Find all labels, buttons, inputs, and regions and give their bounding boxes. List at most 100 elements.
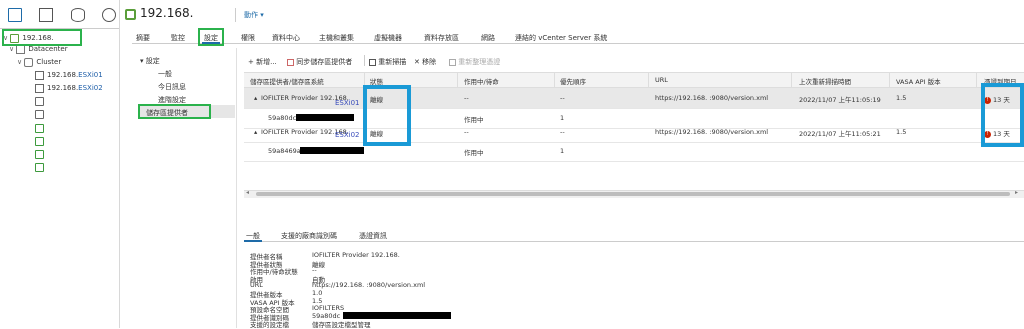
tab-networks[interactable]: 網路 [481, 33, 495, 43]
annotation-esxi02: ESXi02 [335, 131, 360, 139]
annotation-esxi01: ESXi01 [335, 99, 360, 107]
vm-powered-on-icon [35, 149, 44, 159]
vm-icon [35, 96, 44, 106]
highlight-cert-expiry-column [981, 83, 1024, 147]
highlight-vcenter [2, 29, 82, 46]
highlight-storage-providers [138, 104, 211, 119]
expand-icon[interactable]: ▴ [254, 94, 257, 102]
active-value: -- [464, 128, 469, 136]
table-header: 儲存區提供者/儲存區系統 狀態 作用中/待命 優先順序 URL 上次重新掃描時間… [244, 72, 1024, 88]
tab-datastores[interactable]: 資料存放區 [424, 33, 459, 43]
field-value: https://192.168. :9080/version.xml [312, 281, 426, 290]
tab-summary[interactable]: 摘要 [136, 33, 150, 43]
rescan-icon [369, 58, 376, 66]
header-divider [235, 8, 236, 22]
url-value: https://192.168. :9080/version.xml [655, 94, 769, 102]
tab-datacenters[interactable]: 資料中心 [272, 33, 300, 43]
col-sep[interactable] [554, 73, 555, 87]
col-sep[interactable] [457, 73, 458, 87]
tab-divider [132, 43, 1024, 44]
table-row[interactable]: ▴ IOFILTER Provider 192.168. 離線 -- -- ht… [244, 122, 1024, 143]
toolbar-divider [364, 55, 365, 66]
col-sep[interactable] [791, 73, 792, 87]
vms-templates-icon[interactable] [39, 8, 53, 22]
hosts-clusters-icon[interactable] [8, 8, 22, 22]
col-sep[interactable] [889, 73, 890, 87]
vasa-value: 1.5 [896, 128, 907, 136]
storage-icon[interactable] [71, 8, 85, 22]
remove-button[interactable]: ✕ 移除 [414, 57, 436, 67]
url-value: https://192.168. :9080/version.xml [655, 128, 769, 136]
vcenter-icon [125, 9, 136, 20]
tree-item-vm[interactable] [35, 149, 44, 160]
sync-providers-button[interactable]: 同步儲存區提供者 [287, 57, 352, 67]
detail-tab-divider [244, 241, 1024, 242]
redaction-bar [300, 147, 364, 154]
tab-monitor[interactable]: 監控 [171, 33, 185, 43]
cluster-icon [24, 57, 34, 67]
redaction-bar [296, 114, 354, 121]
tree-item-host-esxi02[interactable]: 192.168.ESXi02 [35, 83, 103, 94]
refresh-cert-button[interactable]: 重新整理憑證 [449, 57, 500, 67]
sync-icon [287, 58, 294, 66]
tree-item-vm[interactable] [35, 123, 44, 134]
highlight-status-column [363, 85, 411, 146]
page-title: 192.168. [140, 6, 194, 20]
active-value: 作用中 [464, 149, 484, 157]
vm-powered-on-icon [35, 162, 44, 172]
settings-item-motd[interactable]: 今日訊息 [158, 82, 186, 92]
tab-hosts-clusters[interactable]: 主機和叢集 [319, 33, 354, 43]
rescan-time-value: 2022/11/07 上午11:05:21 [799, 130, 881, 138]
vasa-value: 1.5 [896, 94, 907, 102]
col-url[interactable]: URL [655, 76, 668, 84]
storage-system-id: 59a8469a [268, 147, 301, 155]
expand-icon[interactable]: ▴ [254, 128, 257, 136]
col-priority[interactable]: 優先順序 [560, 76, 586, 86]
field-value: IOFILTER Provider 192.168. [312, 251, 400, 259]
col-last-rescan[interactable]: 上次重新掃描時間 [799, 76, 851, 86]
tree-item-cluster[interactable]: ∨ Cluster [17, 57, 61, 68]
add-button[interactable]: + 新增... [248, 57, 277, 67]
table-row[interactable]: ▴ IOFILTER Provider 192.168. 離線 -- -- ht… [244, 88, 1024, 109]
tree-item-vm[interactable] [35, 136, 44, 147]
tab-permissions[interactable]: 權限 [241, 33, 255, 43]
vm-powered-on-icon [35, 136, 44, 146]
actions-menu[interactable]: 動作 ▾ [244, 10, 264, 20]
highlight-configure-tab [198, 28, 224, 46]
networking-icon[interactable] [102, 8, 116, 22]
scroll-left-icon[interactable]: ◂ [246, 189, 249, 196]
priority-value: -- [560, 128, 565, 136]
settings-group[interactable]: ▾ 設定 [140, 56, 160, 66]
col-name[interactable]: 儲存區提供者/儲存區系統 [250, 76, 324, 86]
scrollbar-thumb[interactable] [256, 192, 1010, 196]
col-sep[interactable] [976, 73, 977, 87]
scroll-right-icon[interactable]: ▸ [1015, 189, 1018, 196]
host-icon [35, 70, 44, 80]
detail-tab-vendor-ids[interactable]: 支援的廠商識別碼 [281, 231, 337, 241]
priority-value: -- [560, 94, 565, 102]
detail-tab-certificate[interactable]: 憑證資訊 [359, 231, 387, 241]
active-value: -- [464, 94, 469, 102]
host-icon [35, 83, 44, 93]
col-sep[interactable] [648, 73, 649, 87]
storage-system-id: 59a80dc [268, 114, 297, 122]
tab-linked-vcenter[interactable]: 連結的 vCenter Server 系統 [515, 33, 607, 43]
rescan-button[interactable]: 重新掃描 [369, 57, 406, 67]
navigator-tabs [0, 0, 119, 29]
priority-value: 1 [560, 114, 565, 122]
col-active[interactable]: 作用中/待命 [464, 76, 499, 86]
tree-item-vm[interactable] [35, 162, 44, 173]
settings-item-general[interactable]: 一般 [158, 69, 172, 79]
table-row[interactable]: 59a8469a 作用中 1 [244, 141, 1024, 162]
certificate-icon [449, 58, 456, 66]
priority-value: 1 [560, 147, 565, 155]
active-detail-tab-indicator [244, 240, 262, 242]
tree-item-host-esxi01[interactable]: 192.168.ESXi01 [35, 70, 103, 81]
redaction-bar [343, 311, 451, 319]
tab-vms[interactable]: 虛擬機器 [374, 33, 402, 43]
tree-item-vm[interactable] [35, 96, 44, 107]
tree-item-vm[interactable] [35, 109, 44, 120]
vm-icon [35, 109, 44, 119]
col-vasa[interactable]: VASA API 版本 [896, 76, 941, 86]
vm-powered-on-icon [35, 123, 44, 133]
